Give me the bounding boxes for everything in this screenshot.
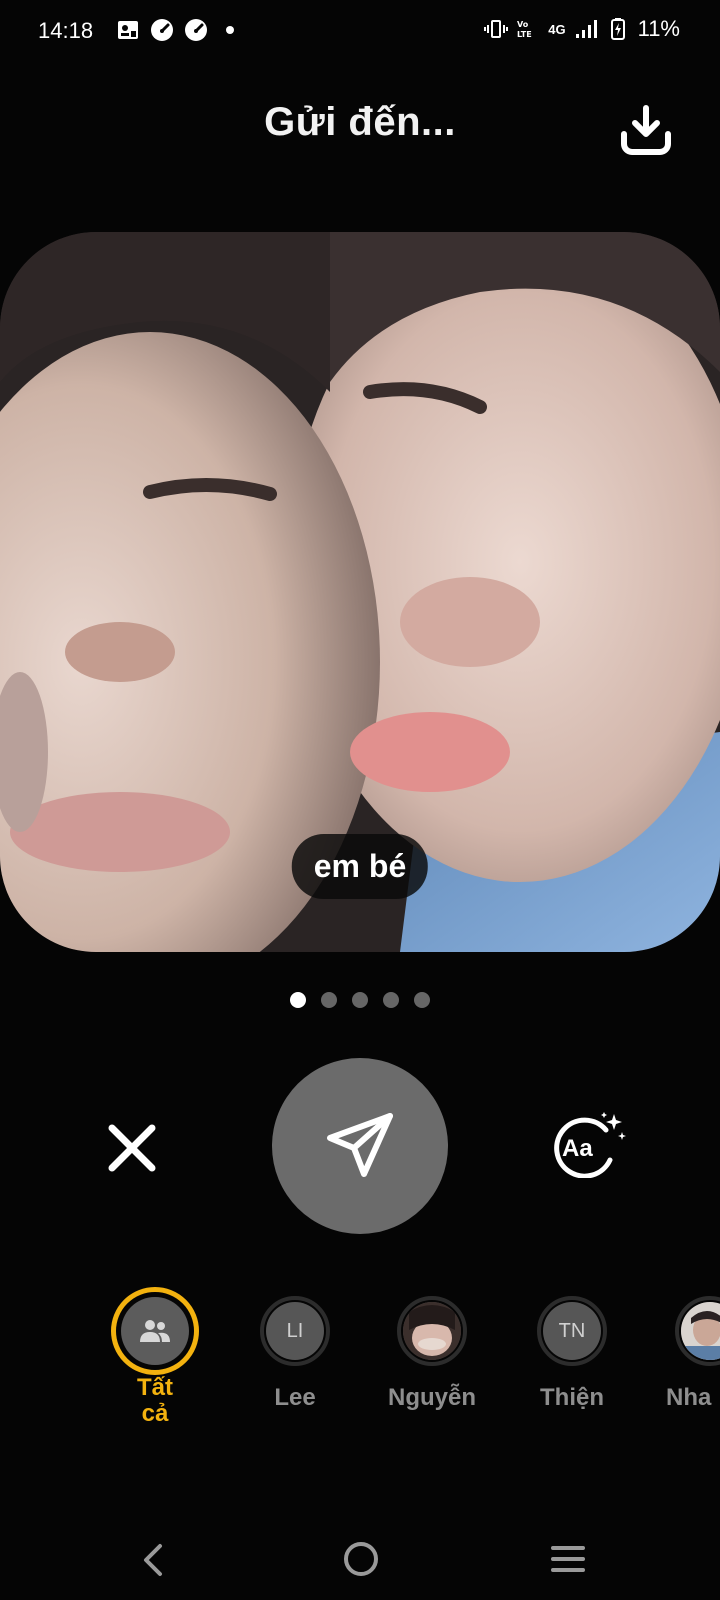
signal-icon — [575, 20, 597, 38]
volte-icon: VoLTE — [517, 20, 532, 39]
avatar-ring-selected — [111, 1287, 199, 1375]
recipient-all[interactable]: Tất cả — [85, 1287, 225, 1427]
avatar-initials: TN — [543, 1302, 601, 1360]
avatar-initials: LI — [266, 1302, 324, 1360]
download-icon[interactable] — [618, 104, 674, 156]
avatar-ring: LI — [260, 1296, 330, 1366]
svg-text:Vo: Vo — [517, 20, 529, 29]
status-system-icons: Vo LTE 4G 11% — [484, 16, 680, 42]
recipient-nguyen[interactable]: Nguyễn — [362, 1296, 502, 1412]
page-dot-active — [290, 992, 306, 1008]
avatar-ring: TN — [537, 1296, 607, 1366]
speedometer-icon — [185, 19, 207, 41]
recipient-lee[interactable]: LI Lee — [225, 1296, 365, 1412]
avatar-ring — [675, 1296, 720, 1366]
speedometer-icon — [151, 19, 173, 41]
page-dot — [352, 992, 368, 1008]
back-icon[interactable] — [138, 1540, 168, 1580]
avatar-photo — [681, 1302, 720, 1360]
page-dot — [414, 992, 430, 1008]
status-bar: 14:18 Vo LTE 4G 11% — [0, 0, 720, 64]
text-style-label: Aa — [562, 1135, 593, 1162]
recipient-list: Tất cả LI Lee Nguyễn TN Thiện Nha — [0, 1287, 720, 1436]
battery-percent: 11% — [637, 16, 680, 41]
page-dot — [383, 992, 399, 1008]
contact-card-icon — [118, 21, 138, 39]
page-indicator — [0, 992, 720, 1008]
recipient-thien[interactable]: TN Thiện — [502, 1296, 642, 1412]
dot-icon — [226, 26, 234, 34]
avatar — [121, 1297, 189, 1365]
recipient-name: Lee — [274, 1384, 316, 1411]
recents-icon[interactable] — [550, 1544, 586, 1574]
page-title: Gửi đến... — [264, 100, 456, 144]
send-button[interactable] — [272, 1058, 448, 1234]
group-icon — [140, 1320, 170, 1342]
close-icon[interactable] — [104, 1120, 160, 1176]
network-type: 4G — [548, 21, 566, 37]
send-icon — [327, 1113, 393, 1177]
photo-preview[interactable]: em bé — [0, 232, 720, 952]
recipient-nha[interactable]: Nha — [640, 1296, 720, 1412]
status-notification-icons — [116, 18, 242, 42]
page-dot — [321, 992, 337, 1008]
avatar-photo — [403, 1302, 461, 1360]
avatar-ring — [397, 1296, 467, 1366]
text-style-icon[interactable]: Aa — [548, 1110, 628, 1178]
recipient-name: Nha — [666, 1384, 712, 1411]
photo-caption[interactable]: em bé — [291, 834, 429, 899]
status-time: 14:18 — [38, 18, 94, 43]
vibrate-icon — [484, 20, 509, 38]
battery-charging-icon — [610, 18, 625, 40]
recipient-name: Thiện — [540, 1384, 604, 1411]
home-icon[interactable] — [342, 1540, 380, 1578]
recipient-name: Nguyễn — [387, 1384, 476, 1411]
svg-text:LTE: LTE — [517, 30, 532, 39]
recipient-name: Tất cả — [137, 1374, 173, 1427]
